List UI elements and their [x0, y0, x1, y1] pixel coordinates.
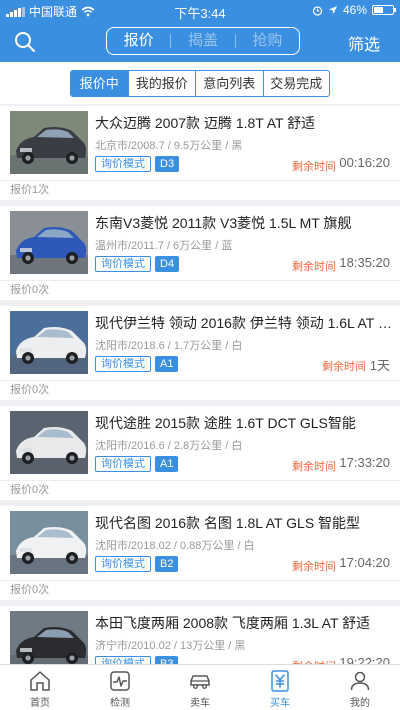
subtabs: 报价中 我的报价 意向列表 交易完成: [70, 70, 330, 97]
status-bar: 中国联通 下午3:44 46%: [0, 0, 400, 21]
car-photo: [10, 111, 88, 174]
segment-flash-buy[interactable]: 抢购: [236, 28, 299, 54]
bid-count: 报价0次: [0, 580, 400, 600]
listing-info: 沈阳市/2018.02 / 0.88万公里 / 白: [95, 540, 255, 552]
filter-button[interactable]: 筛选: [348, 31, 380, 55]
inspection-icon: [110, 671, 130, 691]
profile-icon: [350, 671, 370, 691]
listing-card[interactable]: 现代名图 2016款 名图 1.8L AT GLS 智能型沈阳市/2018.02…: [0, 506, 400, 600]
car-photo: [10, 211, 88, 274]
tab-home[interactable]: 首页: [0, 665, 80, 710]
listing-card[interactable]: 现代伊兰特 领动 2016款 伊兰特 领动 1.6L AT GLX 智能型沈阳市…: [0, 306, 400, 400]
tab-inspection[interactable]: 检测: [80, 665, 160, 710]
bid-count: 报价0次: [0, 280, 400, 300]
remaining-time-label: 剩余时间: [292, 161, 336, 173]
mode-segmented-control: 报价 揭盖 抢购: [106, 27, 300, 55]
inquiry-mode-badge: 询价模式: [95, 456, 151, 472]
listing-list: 大众迈腾 2007款 迈腾 1.8T AT 舒适北京市/2008.7 / 9.5…: [0, 104, 400, 664]
battery-icon: [372, 5, 396, 15]
listing-title: 现代途胜 2015款 途胜 1.6T DCT GLS智能: [95, 415, 356, 431]
inquiry-mode-badge: 询价模式: [95, 656, 151, 664]
car-icon: [190, 675, 210, 689]
grade-badge: A1: [155, 456, 179, 472]
tab-deal-done[interactable]: 交易完成: [262, 71, 329, 96]
countdown-timer: 17:04:20: [339, 555, 390, 570]
car-photo: [10, 411, 88, 474]
tab-home-label: 首页: [30, 698, 50, 709]
search-icon[interactable]: [12, 29, 38, 55]
car-photo: [10, 311, 88, 374]
listing-info: 沈阳市/2018.6 / 1.7万公里 / 白: [95, 340, 243, 352]
remaining-time-label: 剩余时间: [292, 261, 336, 273]
tab-quoting[interactable]: 报价中: [71, 71, 128, 96]
alarm-icon: [312, 5, 323, 16]
countdown-timer: 1天: [369, 358, 390, 373]
inquiry-mode-badge: 询价模式: [95, 356, 151, 372]
bid-count: 报价0次: [0, 380, 400, 400]
tab-intent-list[interactable]: 意向列表: [195, 71, 262, 96]
subtabs-bar: 报价中 我的报价 意向列表 交易完成: [0, 62, 400, 104]
listing-card[interactable]: 本田飞度两厢 2008款 飞度两厢 1.3L AT 舒适济宁市/2010.02 …: [0, 606, 400, 664]
bid-count: 报价1次: [0, 180, 400, 200]
countdown-timer: 00:16:20: [339, 155, 390, 170]
car-photo: [10, 511, 88, 574]
countdown-timer: 17:33:20: [339, 455, 390, 470]
listing-card[interactable]: 大众迈腾 2007款 迈腾 1.8T AT 舒适北京市/2008.7 / 9.5…: [0, 106, 400, 200]
listing-card[interactable]: 现代途胜 2015款 途胜 1.6T DCT GLS智能沈阳市/2016.6 /…: [0, 406, 400, 500]
inquiry-mode-badge: 询价模式: [95, 156, 151, 172]
grade-badge: B3: [155, 656, 179, 664]
home-icon: [30, 671, 50, 691]
listing-title: 本田飞度两厢 2008款 飞度两厢 1.3L AT 舒适: [95, 615, 371, 631]
listing-info: 温州市/2011.7 / 6万公里 / 蓝: [95, 240, 233, 252]
tab-sell-car[interactable]: 卖车: [160, 665, 240, 710]
listing-info: 北京市/2008.7 / 9.5万公里 / 黑: [95, 140, 243, 152]
listing-title: 东南V3菱悦 2011款 V3菱悦 1.5L MT 旗舰: [95, 215, 352, 231]
buy-yen-icon: [271, 670, 289, 692]
tab-buy-car[interactable]: 买车: [240, 665, 320, 710]
app-header: 中国联通 下午3:44 46% 报价 揭盖 抢购 筛选: [0, 0, 400, 62]
car-photo: [10, 611, 88, 664]
inquiry-mode-badge: 询价模式: [95, 256, 151, 272]
remaining-time-label: 剩余时间: [292, 461, 336, 473]
listing-card[interactable]: 东南V3菱悦 2011款 V3菱悦 1.5L MT 旗舰温州市/2011.7 /…: [0, 206, 400, 300]
remaining-time-label: 剩余时间: [322, 361, 366, 373]
remaining-time-label: 剩余时间: [292, 561, 336, 573]
segment-quote[interactable]: 报价: [107, 28, 170, 54]
tab-profile[interactable]: 我的: [320, 665, 400, 710]
listing-title: 大众迈腾 2007款 迈腾 1.8T AT 舒适: [95, 115, 316, 131]
battery-percent: 46%: [342, 3, 367, 17]
bid-count: 报价0次: [0, 480, 400, 500]
tab-buy-car-label: 买车: [270, 698, 290, 709]
inquiry-mode-badge: 询价模式: [95, 556, 151, 572]
tab-inspection-label: 检测: [110, 698, 130, 709]
grade-badge: D3: [155, 156, 180, 172]
tab-sell-car-label: 卖车: [190, 698, 210, 709]
grade-badge: D4: [155, 256, 180, 272]
countdown-timer: 18:35:20: [339, 255, 390, 270]
listing-title: 现代伊兰特 领动 2016款 伊兰特 领动 1.6L AT GLX 智能型: [95, 315, 393, 331]
listing-info: 济宁市/2010.02 / 13万公里 / 黑: [95, 640, 246, 652]
grade-badge: A1: [155, 356, 179, 372]
listing-info: 沈阳市/2016.6 / 2.8万公里 / 白: [95, 440, 243, 452]
location-arrow-icon: [328, 6, 337, 14]
bottom-tab-bar: 首页 检测 卖车 买车 我的: [0, 664, 400, 710]
segment-reveal[interactable]: 揭盖: [171, 28, 234, 54]
grade-badge: B2: [155, 556, 179, 572]
tab-my-quotes[interactable]: 我的报价: [127, 71, 195, 96]
listing-title: 现代名图 2016款 名图 1.8L AT GLS 智能型: [95, 515, 361, 531]
countdown-timer: 19:22:20: [339, 655, 390, 664]
tab-profile-label: 我的: [350, 698, 370, 709]
